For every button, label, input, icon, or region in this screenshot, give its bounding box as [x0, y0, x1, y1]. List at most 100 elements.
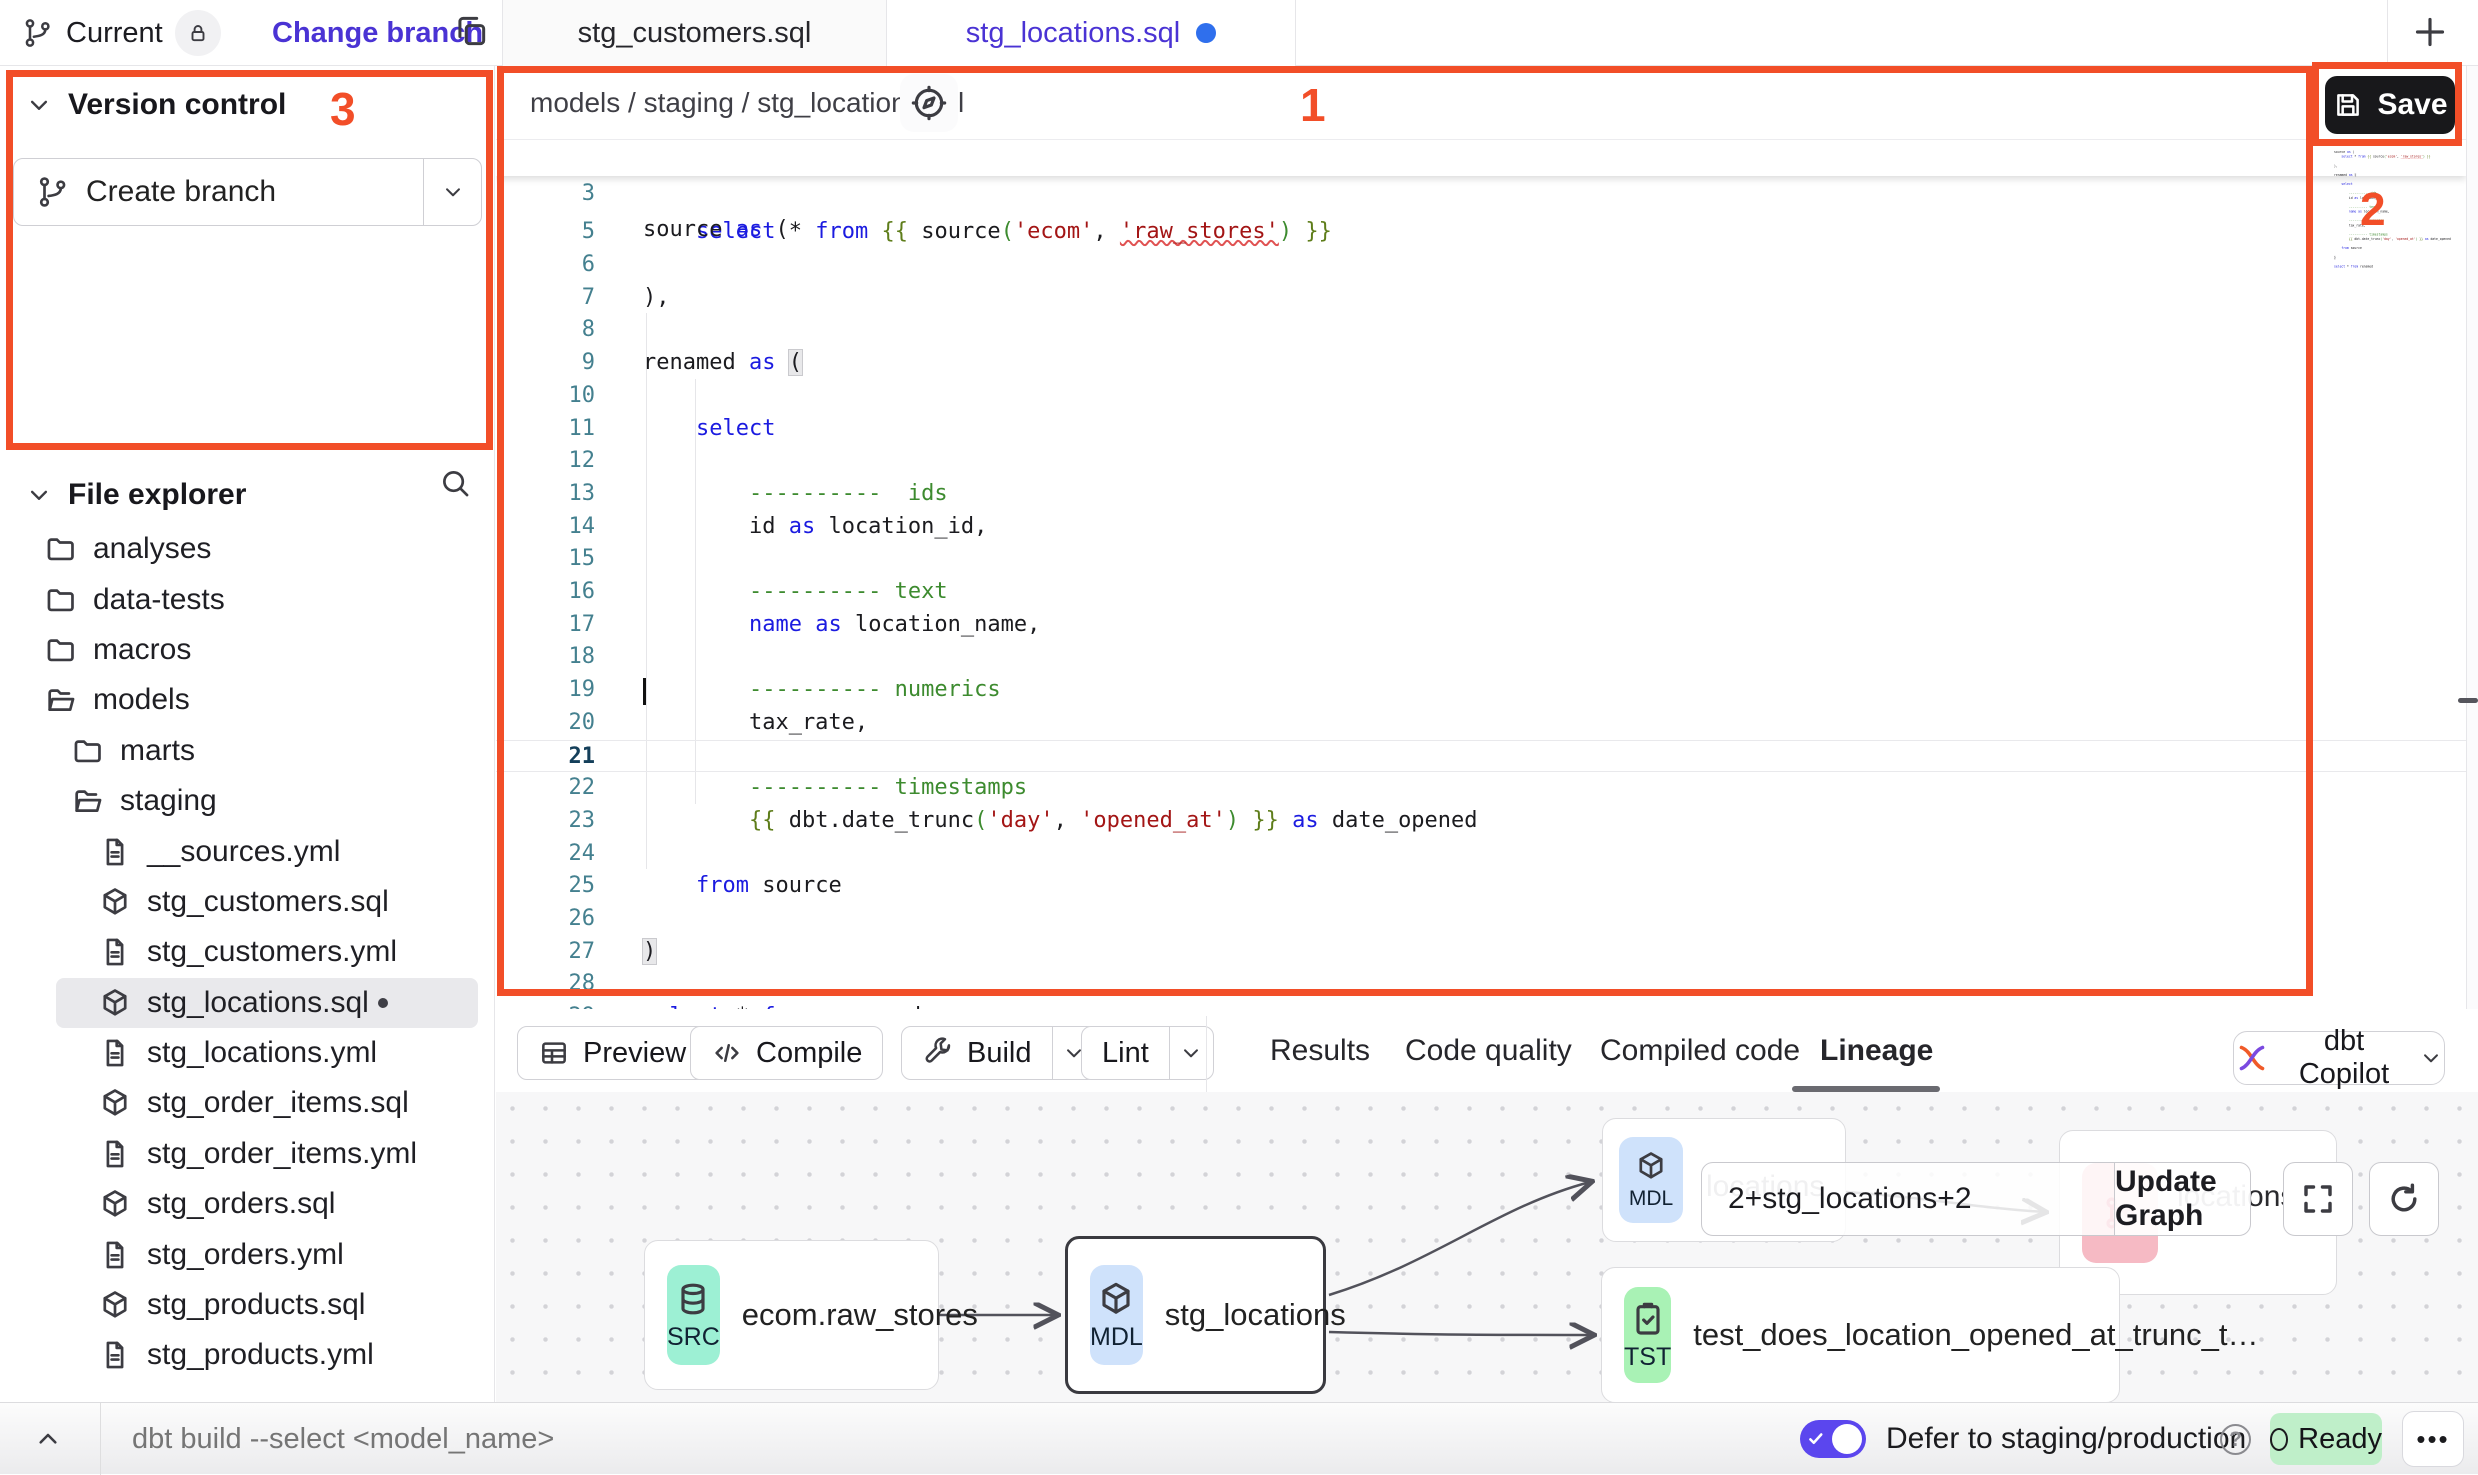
code-line[interactable]: 27)	[496, 936, 2466, 969]
code-line[interactable]: 7),	[496, 282, 2466, 315]
code-line[interactable]: 20 tax_rate,	[496, 707, 2466, 740]
code-line[interactable]: 28	[496, 968, 2466, 1001]
version-control-header[interactable]: Version control	[24, 88, 286, 122]
code-line[interactable]: 23 {{ dbt.date_trunc('day', 'opened_at')…	[496, 805, 2466, 838]
tab-stg-customers[interactable]: stg_customers.sql	[503, 0, 886, 66]
floppy-disk-icon	[2332, 89, 2364, 121]
search-icon[interactable]	[438, 466, 472, 500]
lineage-filter-input[interactable]	[1702, 1163, 2114, 1235]
file-tree-item[interactable]: stg_customers.yml	[0, 927, 494, 977]
file-tree-item[interactable]: stg_locations.sql	[56, 978, 478, 1028]
build-button[interactable]: Build	[901, 1026, 1097, 1080]
tab-lineage[interactable]: Lineage	[1820, 1009, 1933, 1092]
code-line[interactable]: 17 name as location_name,	[496, 609, 2466, 642]
tab-compiled-code[interactable]: Compiled code	[1600, 1009, 1800, 1092]
save-button[interactable]: Save	[2325, 76, 2455, 134]
file-icon	[98, 835, 132, 869]
code-line[interactable]: 22 ---------- timestamps	[496, 772, 2466, 805]
folder-icon	[44, 633, 78, 667]
code-editor[interactable]: 5 select * from {{ source('ecom', 'raw_s…	[496, 140, 2466, 1009]
folder-icon	[71, 734, 105, 768]
minimap[interactable]: source as ( select * from {{ source('eco…	[2334, 150, 2464, 470]
code-line[interactable]: 8	[496, 314, 2466, 347]
tab-stg-locations[interactable]: stg_locations.sql	[887, 0, 1295, 66]
tab-code-quality[interactable]: Code quality	[1405, 1009, 1572, 1092]
code-line[interactable]: 10	[496, 380, 2466, 413]
create-branch-dropdown[interactable]	[423, 159, 481, 225]
chevron-up-icon[interactable]	[32, 1423, 64, 1455]
code-line[interactable]: 18	[496, 641, 2466, 674]
cube-icon	[1096, 1279, 1136, 1319]
code-line[interactable]: 15	[496, 543, 2466, 576]
code-line[interactable]: 13 ---------- ids	[496, 478, 2466, 511]
code-line[interactable]: 5 select * from {{ source('ecom', 'raw_s…	[496, 216, 2466, 249]
file-tree-item[interactable]: staging	[0, 776, 494, 826]
file-explorer-header[interactable]: File explorer	[24, 478, 246, 512]
update-graph-button[interactable]: Update Graph	[2114, 1163, 2250, 1235]
code-line[interactable]: 25 from source	[496, 870, 2466, 903]
file-name: stg_locations.yml	[147, 1036, 377, 1070]
code-line[interactable]: 12	[496, 445, 2466, 478]
dbt-copilot-button[interactable]: dbt Copilot	[2233, 1031, 2445, 1085]
file-tree-item[interactable]: stg_customers.sql	[0, 877, 494, 927]
copy-icon[interactable]	[452, 12, 490, 50]
code-line[interactable]: 9renamed as (	[496, 347, 2466, 380]
file-tree-item[interactable]: stg_order_items.sql	[0, 1078, 494, 1128]
current-branch-chip[interactable]: Current	[22, 0, 221, 66]
help-icon[interactable]: ?	[2220, 1424, 2251, 1455]
bottom-toolbar: Preview Compile Build Lint Results Code …	[496, 1009, 2478, 1092]
file-tree-item[interactable]: stg_products.yml	[0, 1330, 494, 1380]
file-tree-item[interactable]: stg_order_items.yml	[0, 1129, 494, 1179]
lint-button[interactable]: Lint	[1081, 1026, 1214, 1080]
panel-resize-handle[interactable]	[2458, 698, 2478, 703]
file-icon	[98, 935, 132, 969]
code-line[interactable]: 29select * from renamed	[496, 1001, 2466, 1009]
command-input[interactable]	[132, 1403, 1632, 1475]
more-options-button[interactable]: •••	[2402, 1411, 2464, 1467]
file-tree-item[interactable]: __sources.yml	[0, 826, 494, 876]
lineage-node-stg-locations[interactable]: MDL stg_locations	[1065, 1236, 1326, 1394]
new-tab-plus-icon[interactable]	[2410, 12, 2450, 52]
file-tree-item[interactable]: stg_products.sql	[0, 1280, 494, 1330]
file-tree-item[interactable]: stg_orders.yml	[0, 1229, 494, 1279]
fullscreen-button[interactable]	[2283, 1162, 2353, 1236]
code-line[interactable]: 6	[496, 249, 2466, 282]
file-name: stg_customers.sql	[147, 885, 389, 919]
code-line[interactable]: 14 id as location_id,	[496, 511, 2466, 544]
file-tree-item[interactable]: models	[0, 675, 494, 725]
copilot-compass-icon[interactable]	[900, 74, 958, 132]
file-name: stg_orders.yml	[147, 1238, 344, 1272]
refresh-button[interactable]	[2369, 1162, 2439, 1236]
lineage-graph[interactable]: SRC ecom.raw_stores MDL stg_locations MD…	[496, 1092, 2478, 1402]
file-tree-item[interactable]: stg_orders.sql	[0, 1179, 494, 1229]
defer-label: Defer to staging/production	[1886, 1403, 2246, 1475]
file-name: stg_customers.yml	[147, 935, 397, 969]
lineage-node-test[interactable]: TST test_does_location_opened_at_trunc_t…	[1601, 1267, 2120, 1402]
file-name: __sources.yml	[147, 835, 340, 869]
file-tree-item[interactable]: data-tests	[0, 574, 494, 624]
chevron-down-icon	[440, 179, 466, 205]
file-tree-item[interactable]: stg_locations.yml	[0, 1028, 494, 1078]
code-line[interactable]: 26	[496, 903, 2466, 936]
tab-results[interactable]: Results	[1270, 1009, 1370, 1092]
preview-button[interactable]: Preview	[517, 1026, 707, 1080]
code-line[interactable]: 11 select	[496, 413, 2466, 446]
code-line[interactable]: 16 ---------- text	[496, 576, 2466, 609]
model-icon	[98, 885, 132, 919]
file-tree-item[interactable]: marts	[0, 726, 494, 776]
code-line[interactable]: 21	[496, 740, 2466, 773]
database-icon	[673, 1279, 713, 1319]
file-tree-item[interactable]: macros	[0, 625, 494, 675]
code-line[interactable]: 24	[496, 838, 2466, 871]
create-branch-button[interactable]: Create branch	[13, 158, 482, 226]
defer-toggle[interactable]	[1800, 1420, 1866, 1458]
model-badge: MDL	[1619, 1137, 1683, 1223]
model-icon	[98, 986, 132, 1020]
code-line[interactable]: 19 ---------- numerics	[496, 674, 2466, 707]
file-icon	[98, 1338, 132, 1372]
compile-button[interactable]: Compile	[690, 1026, 883, 1080]
file-tree-item[interactable]: analyses	[0, 524, 494, 574]
status-badge[interactable]: Ready	[2270, 1413, 2382, 1465]
fullscreen-icon	[2300, 1181, 2336, 1217]
lineage-node-source[interactable]: SRC ecom.raw_stores	[644, 1240, 939, 1390]
